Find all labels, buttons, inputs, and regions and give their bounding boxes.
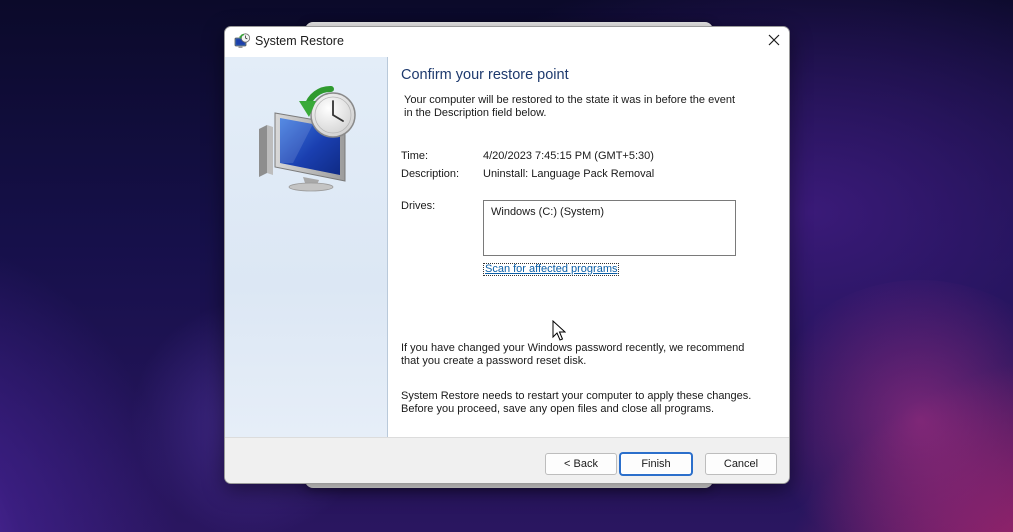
list-item[interactable]: Windows (C:) (System) xyxy=(491,206,604,218)
password-note-line: that you create a password reset disk. xyxy=(401,355,587,367)
password-note: If you have changed your Windows passwor… xyxy=(401,342,761,368)
intro-line: in the Description field below. xyxy=(404,107,547,119)
dialog-body: Confirm your restore point Your computer… xyxy=(225,57,789,437)
system-restore-icon xyxy=(233,33,251,51)
description-label: Description: xyxy=(401,168,460,180)
wizard-content: Confirm your restore point Your computer… xyxy=(401,57,781,437)
password-note-line: If you have changed your Windows passwor… xyxy=(401,342,745,354)
dialog-footer: < Back Finish Cancel xyxy=(225,437,789,483)
drives-list[interactable]: Windows (C:) (System) xyxy=(483,200,736,256)
close-icon xyxy=(768,33,780,51)
dialog-title: System Restore xyxy=(255,34,344,48)
time-value: 4/20/2023 7:45:15 PM (GMT+5:30) xyxy=(483,150,654,162)
system-restore-dialog: System Restore Confirm your restore poin… xyxy=(224,26,790,484)
finish-button[interactable]: Finish xyxy=(620,453,692,475)
drives-label: Drives: xyxy=(401,200,436,212)
restart-note-line: Before you proceed, save any open files … xyxy=(401,403,715,415)
close-button[interactable] xyxy=(759,27,789,57)
scan-affected-programs-link[interactable]: Scan for affected programs xyxy=(483,263,620,276)
page-title: Confirm your restore point xyxy=(401,67,569,83)
wizard-side-panel xyxy=(225,57,388,437)
system-restore-monitor-clock-icon xyxy=(253,81,365,193)
time-label: Time: xyxy=(401,150,429,162)
description-value: Uninstall: Language Pack Removal xyxy=(483,168,655,180)
title-bar: System Restore xyxy=(225,27,789,57)
restart-note-line: System Restore needs to restart your com… xyxy=(401,390,752,402)
back-button[interactable]: < Back xyxy=(545,453,617,475)
restart-note: System Restore needs to restart your com… xyxy=(401,390,761,416)
intro-line: Your computer will be restored to the st… xyxy=(404,94,735,106)
cancel-button[interactable]: Cancel xyxy=(705,453,777,475)
intro-text: Your computer will be restored to the st… xyxy=(404,94,754,120)
mouse-pointer-icon xyxy=(552,319,567,342)
